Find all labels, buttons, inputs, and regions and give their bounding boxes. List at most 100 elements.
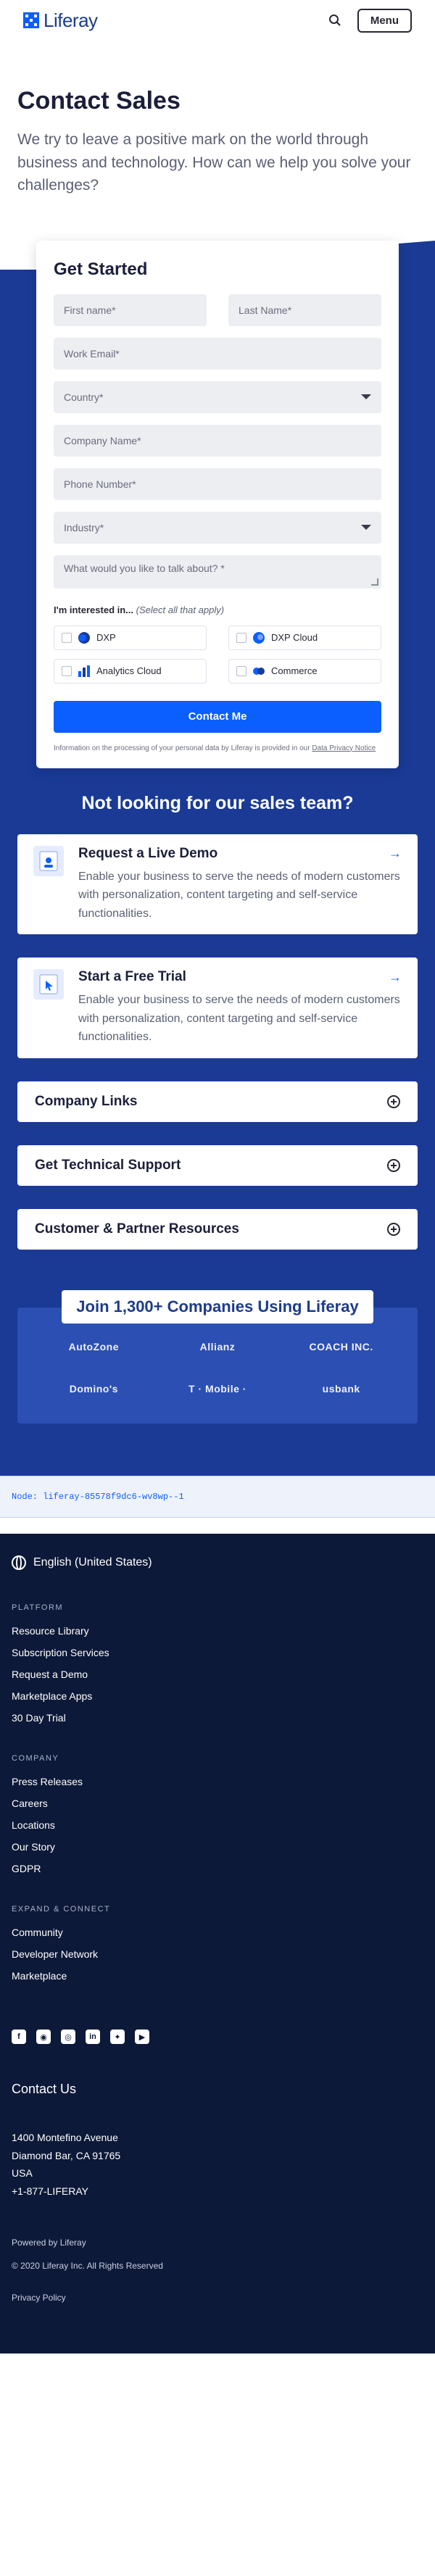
privacy-note: Information on the processing of your pe… xyxy=(54,744,376,752)
interested-label: I'm interested in... (Select all that ap… xyxy=(54,604,225,615)
footer-link[interactable]: Press Releases xyxy=(12,1776,423,1787)
page-title: Contact Sales xyxy=(17,87,181,115)
globe-icon xyxy=(12,1555,26,1571)
country-select[interactable]: Country* xyxy=(54,381,381,413)
checkbox-dxp-cloud[interactable]: DXP Cloud xyxy=(228,625,381,650)
companies-title: Join 1,300+ Companies Using Liferay xyxy=(62,1290,373,1324)
contact-us-link[interactable]: Contact Us xyxy=(12,2082,423,2097)
request-demo-card[interactable]: Request a Live Demo → Enable your busine… xyxy=(17,834,418,935)
accordion-company-links[interactable]: Company Links xyxy=(17,1081,418,1123)
footer-link[interactable]: Subscription Services xyxy=(12,1647,423,1658)
footer-company: COMPANY Press Releases Careers Locations… xyxy=(12,1754,423,1874)
free-trial-card[interactable]: Start a Free Trial → Enable your busines… xyxy=(17,957,418,1059)
footer-link[interactable]: Careers xyxy=(12,1798,423,1809)
menu-button[interactable]: Menu xyxy=(357,8,412,33)
first-name-field[interactable]: First name* xyxy=(54,294,207,326)
plus-circle-icon[interactable] xyxy=(387,1223,400,1237)
footer-link[interactable]: 30 Day Trial xyxy=(12,1712,423,1724)
talk-about-textarea[interactable]: What would you like to talk about? * xyxy=(54,554,381,589)
site-footer: English (United States) PLATFORM Resourc… xyxy=(0,1534,435,2354)
demo-icon xyxy=(33,845,64,876)
chevron-down-icon xyxy=(361,525,371,530)
commerce-icon xyxy=(253,667,265,675)
card-title: Start a Free Trial xyxy=(78,969,186,985)
search-icon[interactable] xyxy=(328,14,341,27)
arrow-right-icon[interactable]: → xyxy=(389,846,402,861)
dominos-logo: Domino's xyxy=(69,1383,118,1395)
card-title: Request a Live Demo xyxy=(78,845,218,861)
resize-handle-icon[interactable] xyxy=(371,578,378,586)
social-links: f ◉ ◎ in ✦ ▶ xyxy=(12,2029,423,2045)
product-checkboxes: DXP DXP Cloud Analytics Cloud Commerce xyxy=(54,625,381,684)
cursor-icon xyxy=(33,969,64,1000)
contact-form: Get Started First name* Last Name* Work … xyxy=(36,240,399,768)
arrow-right-icon[interactable]: → xyxy=(389,970,402,985)
company-name-field[interactable]: Company Name* xyxy=(54,424,381,457)
site-header: Liferay Menu xyxy=(0,0,435,41)
footer-heading: PLATFORM xyxy=(12,1603,64,1613)
liferay-logo-icon xyxy=(23,12,39,28)
checkbox-icon[interactable] xyxy=(62,632,72,643)
linkedin-icon[interactable]: in xyxy=(86,2029,100,2045)
footer-heading: COMPANY xyxy=(12,1754,59,1763)
phone-field[interactable]: Phone Number* xyxy=(54,468,381,500)
allianz-logo: Allianz xyxy=(199,1341,236,1353)
twitter-icon[interactable]: ✦ xyxy=(110,2029,125,2045)
youtube-icon[interactable]: ▶ xyxy=(135,2029,149,2045)
plus-circle-icon[interactable] xyxy=(387,1159,400,1173)
node-info: Node: liferay-85578f9dc6-wv8wp--1 xyxy=(0,1476,435,1518)
checkbox-dxp[interactable]: DXP xyxy=(54,625,207,650)
data-privacy-notice-link[interactable]: Data Privacy Notice xyxy=(312,744,376,752)
dxp-cloud-icon xyxy=(253,631,265,644)
card-description: Enable your business to serve the needs … xyxy=(78,870,400,920)
phone-link[interactable]: +1-877-LIFERAY xyxy=(12,2182,423,2201)
copyright: © 2020 Liferay Inc. All Rights Reserved xyxy=(12,2261,163,2272)
footer-link[interactable]: GDPR xyxy=(12,1863,423,1874)
liferay-logo[interactable]: Liferay xyxy=(23,9,98,32)
autozone-logo: AutoZone xyxy=(68,1341,119,1353)
footer-link[interactable]: Resource Library xyxy=(12,1625,423,1637)
footer-link[interactable]: Developer Network xyxy=(12,1948,423,1960)
checkbox-icon[interactable] xyxy=(236,665,246,676)
footer-expand: EXPAND & CONNECT Community Developer Net… xyxy=(12,1905,423,1982)
not-looking-heading: Not looking for our sales team? xyxy=(81,792,354,813)
footer-link[interactable]: Locations xyxy=(12,1819,423,1831)
work-email-field[interactable]: Work Email* xyxy=(54,337,381,370)
footer-link[interactable]: Our Story xyxy=(12,1841,423,1853)
contact-me-button[interactable]: Contact Me xyxy=(54,700,381,733)
checkbox-commerce[interactable]: Commerce xyxy=(228,658,381,684)
language-selector[interactable]: English (United States) xyxy=(12,1555,423,1571)
footer-link[interactable]: Marketplace Apps xyxy=(12,1690,423,1702)
blue-section: Get Started First name* Last Name* Work … xyxy=(0,240,435,1476)
checkbox-analytics-cloud[interactable]: Analytics Cloud xyxy=(54,658,207,684)
page-subtitle: We try to leave a positive mark on the w… xyxy=(17,131,411,194)
companies-panel: Join 1,300+ Companies Using Liferay Auto… xyxy=(17,1290,418,1424)
company-logos: AutoZone Allianz COACH INC. Domino's T ·… xyxy=(17,1341,418,1395)
last-name-field[interactable]: Last Name* xyxy=(228,294,381,326)
footer-link[interactable]: Community xyxy=(12,1927,423,1938)
coach-logo: COACH INC. xyxy=(309,1341,373,1353)
accordion-partner-resources[interactable]: Customer & Partner Resources xyxy=(17,1209,418,1250)
checkbox-icon[interactable] xyxy=(236,632,246,643)
card-description: Enable your business to serve the needs … xyxy=(78,994,400,1044)
logo-text: Liferay xyxy=(44,9,98,31)
hero: Contact Sales We try to leave a positive… xyxy=(0,41,435,197)
checkbox-icon[interactable] xyxy=(62,665,72,676)
footer-link[interactable]: Request a Demo xyxy=(12,1669,423,1680)
footer-link[interactable]: Marketplace xyxy=(12,1970,423,1982)
privacy-policy-link[interactable]: Privacy Policy xyxy=(12,2293,423,2303)
instagram-icon[interactable]: ◎ xyxy=(61,2029,75,2045)
analytics-cloud-icon xyxy=(78,665,90,677)
industry-select[interactable]: Industry* xyxy=(54,511,381,544)
form-title: Get Started xyxy=(54,259,148,279)
facebook-icon[interactable]: f xyxy=(12,2029,26,2045)
github-icon[interactable]: ◉ xyxy=(36,2029,51,2045)
option-cards: Request a Live Demo → Enable your busine… xyxy=(0,834,435,1059)
tmobile-logo: T · Mobile · xyxy=(188,1383,246,1395)
usbank-logo: usbank xyxy=(322,1383,360,1395)
powered-by[interactable]: Powered by Liferay xyxy=(12,2238,423,2248)
plus-circle-icon[interactable] xyxy=(387,1095,400,1109)
dxp-icon xyxy=(78,631,90,644)
accordion-technical-support[interactable]: Get Technical Support xyxy=(17,1145,418,1187)
chevron-down-icon xyxy=(361,394,371,399)
